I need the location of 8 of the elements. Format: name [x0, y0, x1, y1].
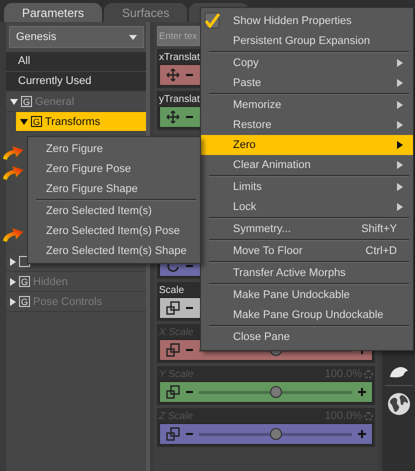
- group-badge: G: [19, 276, 30, 287]
- parameter-label: xTranslat: [159, 52, 200, 62]
- parameter-label: Scale: [159, 284, 184, 296]
- group-badge: G: [21, 96, 32, 107]
- tree-label: Transforms: [45, 116, 100, 128]
- parameter-label: yTranslat: [159, 94, 200, 104]
- group-badge: G: [31, 116, 42, 127]
- group-badge: G: [19, 296, 30, 307]
